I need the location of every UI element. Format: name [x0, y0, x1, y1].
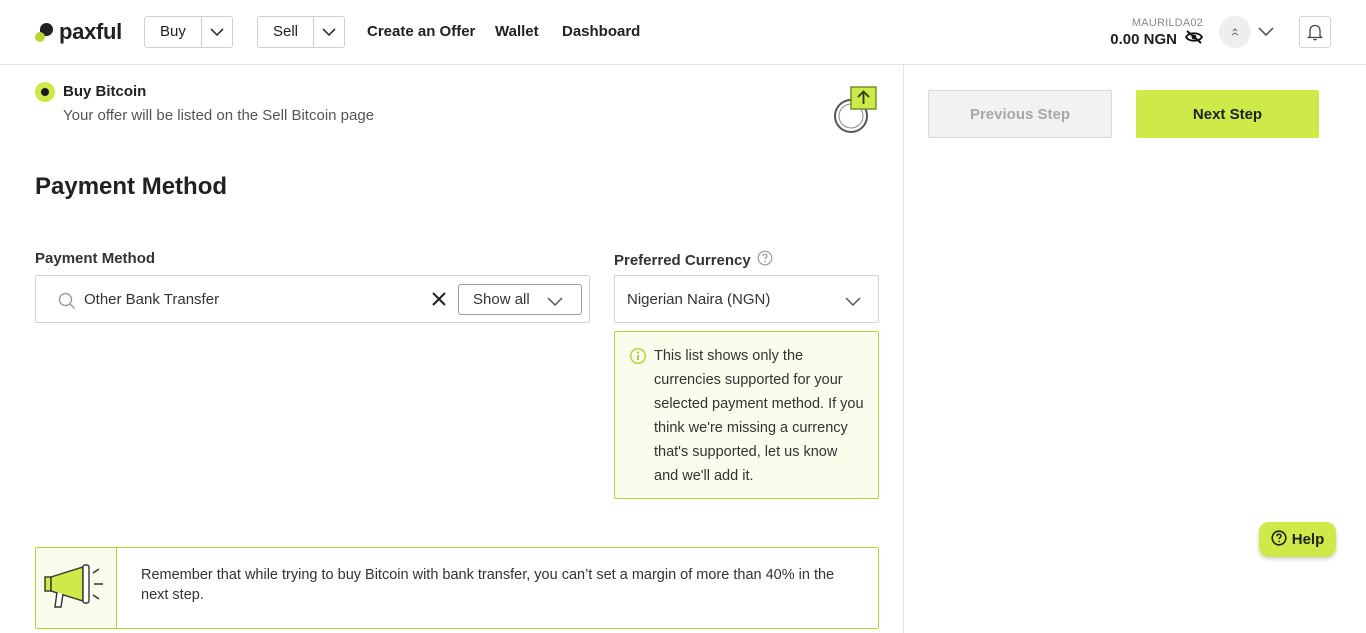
help-label: Help: [1291, 531, 1325, 548]
sell-menu: Sell: [257, 16, 346, 48]
buy-menu: Buy: [144, 16, 233, 48]
logo-mark-icon: [35, 20, 55, 44]
next-step-button[interactable]: Next Step: [1136, 90, 1319, 138]
margin-notice: Remember that while trying to buy Bitcoi…: [35, 547, 879, 629]
buy-bitcoin-radio[interactable]: [35, 82, 55, 102]
avatar[interactable]: [1219, 16, 1251, 48]
section-title: Payment Method: [35, 173, 228, 200]
margin-notice-text: Remember that while trying to buy Bitcoi…: [141, 567, 835, 603]
previous-step-button[interactable]: Previous Step: [928, 90, 1112, 138]
user-icon: [1231, 28, 1239, 36]
help-circle-icon: [1271, 529, 1287, 550]
logo-text: paxful: [59, 19, 122, 44]
balance-value: 0.00 NGN: [1110, 30, 1177, 48]
preferred-currency-select[interactable]: Nigerian Naira (NGN): [614, 275, 879, 323]
sell-dropdown-chevron-icon[interactable]: [314, 17, 344, 47]
chevron-down-icon: [547, 294, 563, 311]
close-icon[interactable]: [432, 292, 446, 311]
show-all-dropdown[interactable]: Show all: [458, 284, 582, 315]
help-button[interactable]: Help: [1259, 522, 1336, 557]
paxful-logo[interactable]: paxful: [35, 19, 122, 45]
buy-dropdown-chevron-icon[interactable]: [202, 17, 232, 47]
buy-bitcoin-description: Your offer will be listed on the Sell Bi…: [63, 107, 375, 124]
currency-info-text: This list shows only the currencies supp…: [654, 348, 864, 484]
preferred-currency-label-wrap: Preferred Currency: [614, 250, 773, 270]
scroll-to-top-icon[interactable]: [832, 86, 878, 134]
preferred-currency-label: Preferred Currency: [614, 251, 751, 269]
account-balance[interactable]: MAURILDA02 0.00 NGN: [1110, 17, 1204, 48]
show-all-label: Show all: [473, 291, 530, 308]
sell-button[interactable]: Sell: [258, 17, 315, 47]
megaphone-icon: [36, 548, 117, 628]
search-icon: [58, 292, 76, 315]
buy-button[interactable]: Buy: [145, 17, 202, 47]
nav-create-offer[interactable]: Create an Offer: [367, 23, 475, 40]
chevron-down-icon: [845, 294, 861, 312]
username: MAURILDA02: [1131, 17, 1203, 29]
help-circle-icon[interactable]: [757, 250, 773, 270]
preferred-currency-value: Nigerian Naira (NGN): [627, 291, 771, 308]
buy-bitcoin-label: Buy Bitcoin: [63, 83, 147, 100]
info-icon: [629, 347, 647, 370]
payment-method-value: Other Bank Transfer: [84, 291, 220, 308]
nav-wallet[interactable]: Wallet: [495, 23, 539, 40]
top-header: paxful Buy Sell Create an Offer Wallet D…: [0, 0, 1366, 65]
payment-method-label: Payment Method: [35, 250, 156, 267]
eye-off-icon[interactable]: [1184, 30, 1204, 48]
sidebar-divider: [903, 65, 904, 633]
nav-dashboard[interactable]: Dashboard: [562, 23, 640, 40]
notifications-bell-icon[interactable]: [1299, 16, 1331, 48]
currency-info-box: This list shows only the currencies supp…: [614, 331, 879, 499]
account-chevron-down-icon[interactable]: [1258, 24, 1274, 42]
